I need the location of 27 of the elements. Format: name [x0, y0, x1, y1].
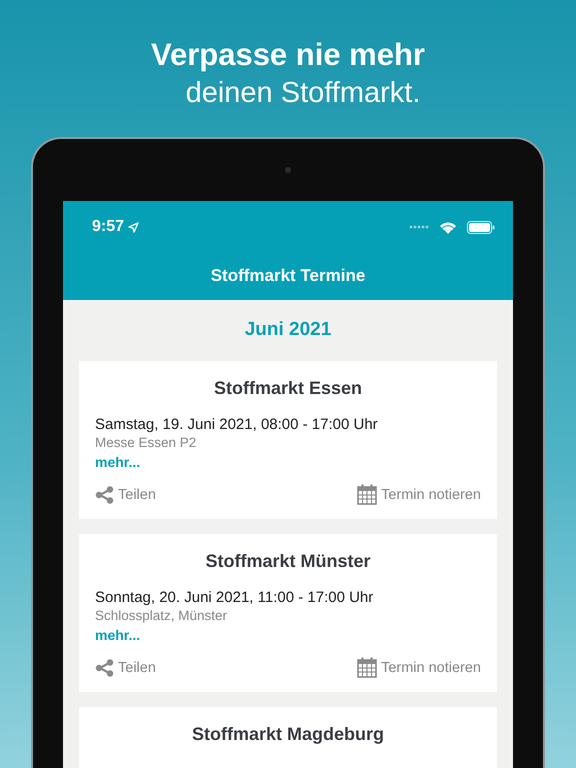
headline: Verpasse nie mehr [151, 36, 425, 74]
event-title: Stoffmarkt Essen [212, 378, 364, 399]
share-icon [95, 658, 114, 676]
event-location: Messe Essen P2 [95, 434, 198, 452]
nav-title: Stoffmarkt Termine [210, 266, 366, 286]
add-to-calendar-button[interactable]: Termin notieren [357, 484, 481, 505]
add-to-calendar-button[interactable]: Termin notieren [357, 657, 481, 678]
signal-icon [409, 225, 429, 229]
event-title: Stoffmarkt Münster [204, 551, 372, 572]
month-heading: Juni 2021 [244, 318, 332, 342]
location-icon [128, 222, 140, 232]
event-date: Sonntag, 20. Juni 2021, 11:00 - 17:00 Uhr [95, 588, 374, 607]
share-icon [95, 486, 114, 504]
event-title: Stoffmarkt Magdeburg [190, 724, 385, 745]
event-location: Schlossplatz, Münster [95, 607, 228, 625]
subheadline: deinen Stoffmarkt. [186, 76, 420, 111]
share-button[interactable]: Teilen [95, 484, 156, 505]
event-date: Samstag, 19. Juni 2021, 08:00 - 17:00 Uhr [95, 415, 379, 434]
more-link[interactable]: mehr... [95, 625, 140, 645]
calendar-icon [357, 657, 378, 678]
status-time: 9:57 [92, 218, 124, 236]
battery-icon [467, 220, 495, 234]
calendar-icon [357, 484, 378, 505]
wifi-icon [439, 220, 457, 234]
more-link[interactable]: mehr... [95, 452, 140, 472]
share-button[interactable]: Teilen [95, 657, 156, 678]
camera-dot [285, 167, 291, 173]
